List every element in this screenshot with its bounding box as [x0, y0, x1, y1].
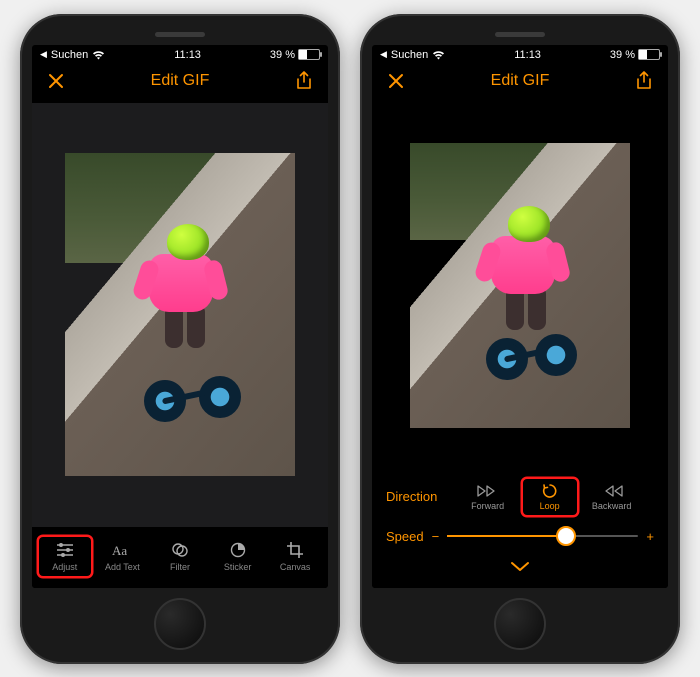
nav-bar: Edit GIF	[32, 63, 328, 99]
toolbar-add-text[interactable]: Aa Add Text	[96, 537, 148, 576]
toolbar-label: Add Text	[105, 562, 140, 572]
speed-increase[interactable]: +	[646, 529, 654, 544]
svg-text:Aa: Aa	[112, 543, 127, 558]
back-app-label: Suchen	[51, 49, 88, 61]
sticker-icon	[230, 541, 246, 559]
status-bar-back[interactable]: ◀ Suchen	[380, 49, 445, 61]
share-button[interactable]	[634, 71, 654, 91]
phone-speaker	[155, 32, 205, 37]
adjust-controls: Direction Forward Loop	[372, 469, 668, 588]
direction-option-label: Loop	[540, 501, 560, 511]
direction-backward[interactable]: Backward	[585, 479, 639, 515]
toolbar-sticker[interactable]: Sticker	[212, 537, 264, 576]
wifi-icon	[92, 50, 105, 60]
phone-speaker	[495, 32, 545, 37]
status-bar-back[interactable]: ◀ Suchen	[40, 49, 105, 61]
backward-icon	[601, 483, 623, 499]
direction-forward[interactable]: Forward	[461, 479, 515, 515]
status-time: 11:13	[514, 49, 541, 61]
speed-label: Speed	[386, 529, 424, 544]
nav-bar: Edit GIF	[372, 63, 668, 99]
status-bar: ◀ Suchen 11:13 39 %	[32, 45, 328, 63]
toolbar-filter[interactable]: Filter	[154, 537, 206, 576]
toolbar-label: Sticker	[224, 562, 252, 572]
text-icon: Aa	[112, 541, 132, 559]
back-app-label: Suchen	[391, 49, 428, 61]
gif-preview	[65, 153, 296, 476]
page-title: Edit GIF	[151, 72, 210, 90]
close-button[interactable]	[46, 71, 66, 91]
direction-options: Forward Loop Backward	[445, 479, 654, 515]
sliders-icon	[56, 541, 74, 559]
battery-icon	[298, 49, 320, 60]
status-right: 39 %	[270, 49, 320, 61]
direction-label: Direction	[386, 489, 437, 504]
screen-left: ◀ Suchen 11:13 39 % Edit GIF	[32, 45, 328, 588]
filter-icon	[171, 541, 189, 559]
toolbar-canvas[interactable]: Canvas	[269, 537, 321, 576]
close-button[interactable]	[386, 71, 406, 91]
screen-right: ◀ Suchen 11:13 39 % Edit GIF	[372, 45, 668, 588]
home-button[interactable]	[154, 598, 206, 650]
loop-icon	[542, 483, 558, 499]
toolbar-label: Filter	[170, 562, 190, 572]
home-button[interactable]	[494, 598, 546, 650]
share-button[interactable]	[294, 71, 314, 91]
status-right: 39 %	[610, 49, 660, 61]
speed-slider-wrap: − +	[432, 529, 654, 544]
gif-preview-area[interactable]	[372, 103, 668, 469]
direction-row: Direction Forward Loop	[386, 479, 654, 515]
direction-option-label: Forward	[471, 501, 504, 511]
slider-thumb[interactable]	[556, 526, 576, 546]
battery-percent: 39 %	[610, 49, 635, 61]
back-triangle-icon: ◀	[40, 49, 47, 60]
status-bar: ◀ Suchen 11:13 39 %	[372, 45, 668, 63]
gif-preview	[410, 143, 629, 428]
toolbar-label: Canvas	[280, 562, 311, 572]
forward-icon	[477, 483, 499, 499]
chevron-down-icon	[509, 560, 531, 577]
collapse-controls[interactable]	[386, 558, 654, 584]
gif-preview-area[interactable]	[32, 103, 328, 527]
slider-fill	[447, 535, 566, 537]
wifi-icon	[432, 50, 445, 60]
direction-option-label: Backward	[592, 501, 632, 511]
page-title: Edit GIF	[491, 72, 550, 90]
speed-row: Speed − +	[386, 529, 654, 544]
battery-icon	[638, 49, 660, 60]
battery-percent: 39 %	[270, 49, 295, 61]
crop-icon	[287, 541, 303, 559]
phone-frame-right: ◀ Suchen 11:13 39 % Edit GIF	[360, 14, 680, 664]
back-triangle-icon: ◀	[380, 49, 387, 60]
direction-loop[interactable]: Loop	[523, 479, 577, 515]
phone-frame-left: ◀ Suchen 11:13 39 % Edit GIF	[20, 14, 340, 664]
toolbar-label: Adjust	[52, 562, 77, 572]
toolbar-adjust[interactable]: Adjust	[39, 537, 91, 576]
status-time: 11:13	[174, 49, 201, 61]
speed-slider[interactable]	[447, 535, 638, 537]
bottom-toolbar: Adjust Aa Add Text Filter Sticker	[32, 527, 328, 588]
speed-decrease[interactable]: −	[432, 529, 440, 544]
